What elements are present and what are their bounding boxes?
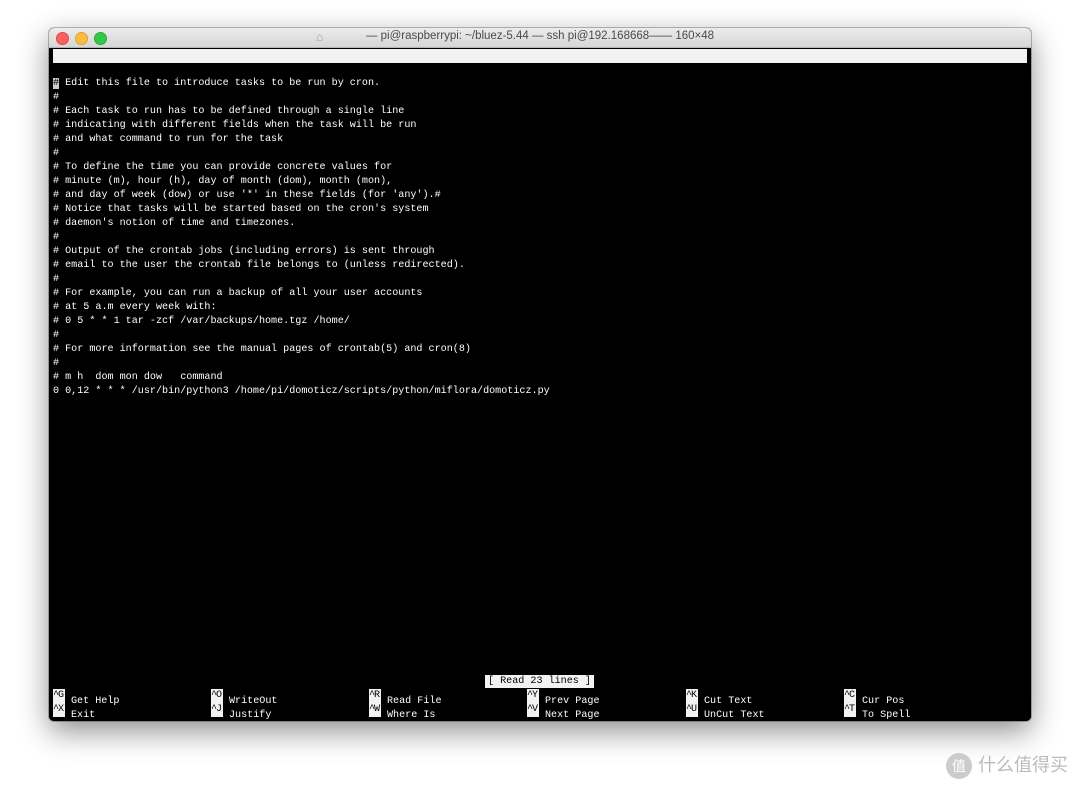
shortcut-label: Justify (229, 710, 272, 721)
editor-line[interactable]: # m h dom mon dow command (53, 371, 550, 385)
shortcut-label: Exit (71, 710, 96, 721)
shortcut-label: To Spell (862, 710, 911, 721)
shortcut-cut-text: ^KCut Text (686, 689, 752, 707)
editor-line[interactable]: # email to the user the crontab file bel… (53, 259, 550, 273)
shortcut-key: ^C (844, 689, 856, 703)
shortcut-key: ^R (369, 689, 381, 703)
shortcut-justify: ^J Justify (211, 703, 271, 721)
shortcut-read-file: ^RRead File (369, 689, 442, 707)
shortcut-key: ^O (211, 689, 223, 703)
window-title: — pi@raspberrypi: ~/bluez-5.44 — ssh pi@… (365, 30, 715, 42)
editor-line[interactable]: # daemon's notion of time and timezones. (53, 217, 550, 231)
editor-line[interactable]: # To define the time you can provide con… (53, 161, 550, 175)
editor-line[interactable]: # (53, 231, 550, 245)
shortcut-key: ^U (686, 703, 698, 717)
editor-line[interactable]: # minute (m), hour (h), day of month (do… (53, 175, 550, 189)
shortcut-label: UnCut Text (704, 710, 765, 721)
editor-line[interactable]: # Output of the crontab jobs (including … (53, 245, 550, 259)
shortcut-where-is: ^W Where Is (369, 703, 435, 721)
shortcut-key: ^X (53, 703, 65, 717)
shortcut-key: ^K (686, 689, 698, 703)
editor-line[interactable]: # (53, 273, 550, 287)
editor-line[interactable]: # (53, 147, 550, 161)
editor-line[interactable]: # at 5 a.m every week with: (53, 301, 550, 315)
editor-line[interactable]: # For example, you can run a backup of a… (53, 287, 550, 301)
shortcut-label: Next Page (545, 710, 600, 721)
shortcut-key: ^J (211, 703, 223, 717)
shortcut-get-help: ^GGet Help (53, 689, 119, 707)
nano-version: GNU nano 2.2.6 (66, 64, 151, 75)
status-message: [ Read 23 lines ] (485, 675, 594, 688)
editor-line[interactable]: 0 0,12 * * * /usr/bin/python3 /home/pi/d… (53, 385, 550, 399)
editor-line[interactable]: # (53, 91, 550, 105)
editor-line[interactable]: # Edit this file to introduce tasks to b… (53, 77, 550, 91)
shortcut-to-spell: ^T To Spell (844, 703, 910, 721)
shortcut-key: ^T (844, 703, 856, 717)
editor-line-text: Edit this file to introduce tasks to be … (59, 78, 381, 89)
nano-header: GNU nano 2.2.6 File: /tmp/crontab.emmFeW… (53, 49, 1027, 89)
shortcut-key: ^V (527, 703, 539, 717)
title-bar[interactable]: ⌂ — pi@raspberrypi: ~/bluez-5.44 — ssh p… (49, 28, 1031, 48)
editor-line[interactable]: # Each task to run has to be defined thr… (53, 105, 550, 119)
shortcut-cur-pos: ^CCur Pos (844, 689, 904, 707)
shortcut-writeout: ^OWriteOut (211, 689, 277, 707)
editor-line[interactable]: # For more information see the manual pa… (53, 343, 550, 357)
shortcut-prev-page: ^YPrev Page (527, 689, 600, 707)
editor-line[interactable]: # Notice that tasks will be started base… (53, 203, 550, 217)
shortcut-uncut-text: ^U UnCut Text (686, 703, 765, 721)
editor-line[interactable]: # and what command to run for the task (53, 133, 550, 147)
shortcut-key: ^G (53, 689, 65, 703)
editor-buffer[interactable]: # Edit this file to introduce tasks to b… (53, 77, 550, 399)
terminal-window: ⌂ — pi@raspberrypi: ~/bluez-5.44 — ssh p… (49, 28, 1031, 721)
editor-line[interactable]: # indicating with different fields when … (53, 119, 550, 133)
shortcut-label: Where Is (387, 710, 436, 721)
editor-line[interactable]: # 0 5 * * 1 tar -zcf /var/backups/home.t… (53, 315, 550, 329)
editor-line[interactable]: # (53, 357, 550, 371)
shortcut-key: ^W (369, 703, 381, 717)
shortcut-key: ^Y (527, 689, 539, 703)
terminal-content[interactable]: GNU nano 2.2.6 File: /tmp/crontab.emmFeW… (49, 48, 1031, 721)
editor-line[interactable]: # (53, 329, 550, 343)
shortcut-exit: ^X Exit (53, 703, 95, 721)
shortcut-next-page: ^V Next Page (527, 703, 600, 721)
editor-line[interactable]: # and day of week (dow) or use '*' in th… (53, 189, 550, 203)
watermark-logo: 值什么值得买 (946, 751, 1068, 779)
